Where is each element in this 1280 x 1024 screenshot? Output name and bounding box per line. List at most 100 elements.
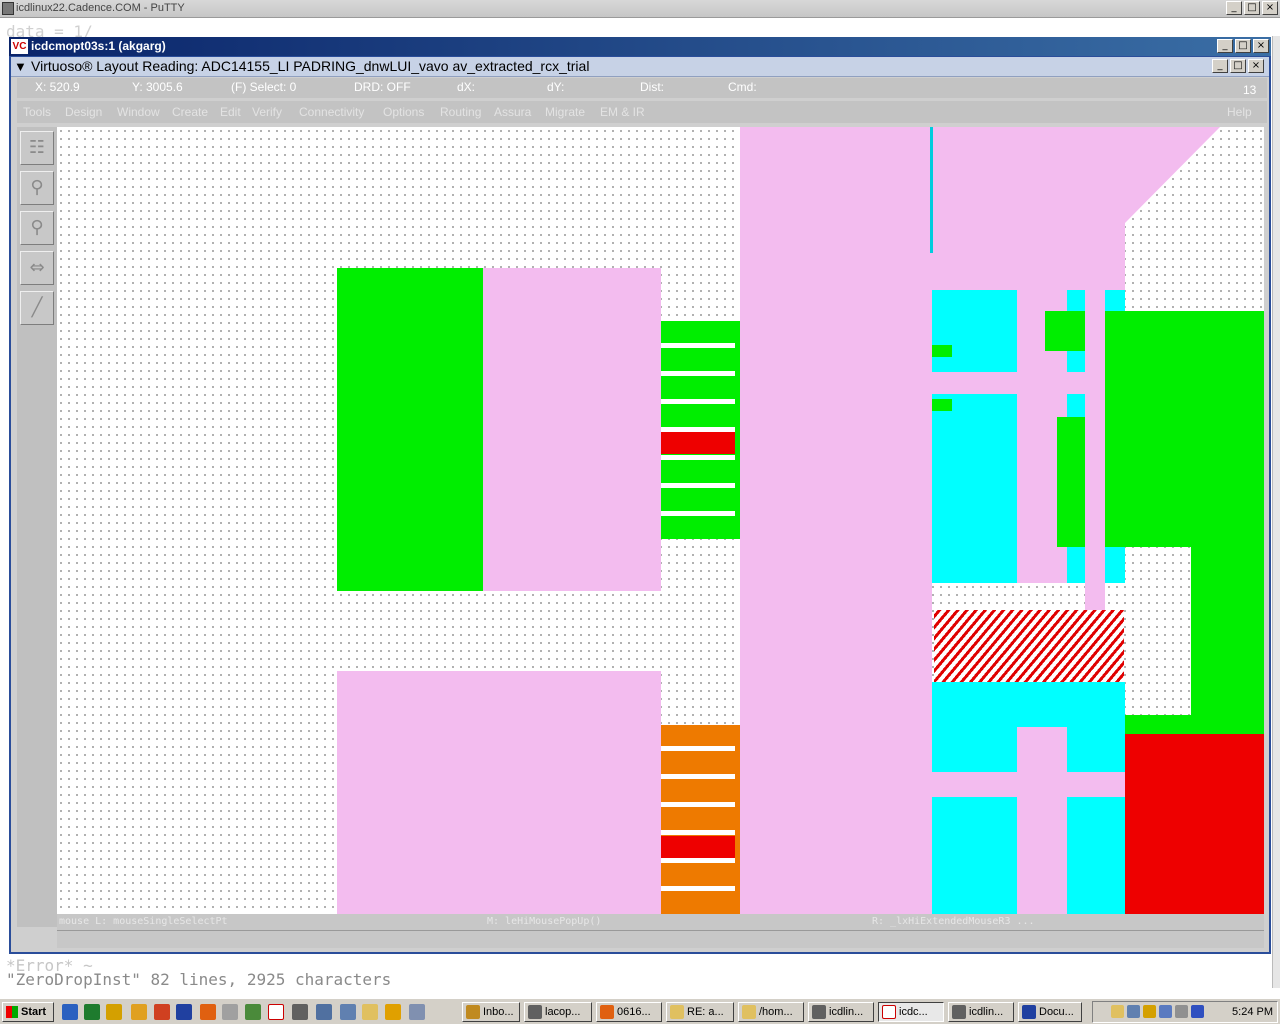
vnc-minimize-button[interactable]: _ — [1217, 39, 1233, 53]
maximize-button[interactable]: □ — [1244, 1, 1260, 15]
task-hom[interactable]: /hom... — [738, 1002, 804, 1022]
x-coordinate: X: 520.9 — [35, 80, 80, 94]
pink-crossbar — [932, 372, 1125, 394]
finger-gap — [661, 399, 735, 404]
menu-window[interactable]: Window — [117, 105, 160, 119]
task-lacop[interactable]: lacop... — [524, 1002, 592, 1022]
network-tray-icon[interactable] — [1127, 1005, 1140, 1018]
menu-migrate[interactable]: Migrate — [545, 105, 585, 119]
green-patch — [932, 345, 952, 357]
command-line[interactable] — [57, 930, 1264, 948]
folder-icon[interactable] — [362, 1004, 378, 1020]
start-button[interactable]: Start — [2, 1002, 54, 1022]
outlook-tray-icon[interactable] — [1143, 1005, 1156, 1018]
mouse-middle-binding: M: leHiMousePopUp() — [487, 916, 602, 927]
green-right-block — [1105, 311, 1264, 547]
pink-strip — [1017, 727, 1067, 914]
menu-assura[interactable]: Assura — [494, 105, 531, 119]
menu-design[interactable]: Design — [65, 105, 102, 119]
layer-icon[interactable]: ☷ — [20, 131, 54, 165]
explorer-icon[interactable] — [316, 1004, 332, 1020]
window-icon[interactable] — [340, 1004, 356, 1020]
menu-help[interactable]: Help — [1227, 105, 1252, 119]
terminal-status-line: "ZeroDropInst" 82 lines, 2925 characters — [6, 970, 392, 989]
display-tray-icon[interactable] — [1159, 1005, 1172, 1018]
task-icdlin-1[interactable]: icdlin... — [808, 1002, 874, 1022]
menu-em-ir[interactable]: EM & IR — [600, 105, 645, 119]
menu-bar: Tools Design Window Create Edit Verify C… — [17, 101, 1267, 123]
network-icon[interactable] — [245, 1004, 261, 1020]
menu-connectivity[interactable]: Connectivity — [299, 105, 364, 119]
ie-icon[interactable] — [62, 1004, 78, 1020]
system-tray: 5:24 PM — [1092, 1001, 1278, 1023]
notepad-icon[interactable] — [222, 1004, 238, 1020]
menu-verify[interactable]: Verify — [252, 105, 282, 119]
word-icon[interactable] — [176, 1004, 192, 1020]
close-button[interactable]: × — [1262, 1, 1278, 15]
select-count: (F) Select: 0 — [231, 80, 297, 94]
mail-tray-icon[interactable] — [1111, 1005, 1124, 1018]
media-icon[interactable] — [385, 1004, 401, 1020]
security-shield-icon[interactable] — [1191, 1005, 1204, 1018]
task-icdlin-2[interactable]: icdlin... — [948, 1002, 1014, 1022]
virtuoso-close-button[interactable]: × — [1248, 59, 1264, 73]
menu-edit[interactable]: Edit — [220, 105, 241, 119]
red-finger — [661, 836, 735, 858]
start-label: Start — [21, 1006, 47, 1018]
red-block — [1125, 734, 1264, 914]
menu-options[interactable]: Options — [383, 105, 424, 119]
menu-routing[interactable]: Routing — [440, 105, 481, 119]
metal-pink-block-lower — [337, 671, 661, 914]
window-number: 13 — [1243, 83, 1257, 97]
window-menu-chevron-icon[interactable]: ▼ — [14, 59, 27, 74]
pink-diagonal-corner — [1125, 127, 1220, 223]
task-re[interactable]: RE: a... — [666, 1002, 734, 1022]
task-label: icdlin... — [969, 1006, 1004, 1018]
powerpoint-icon[interactable] — [154, 1004, 170, 1020]
putty-scrollbar[interactable] — [1272, 36, 1280, 988]
finger-gap — [661, 886, 735, 891]
volume-tray-icon[interactable] — [1175, 1005, 1188, 1018]
zoom-out-icon[interactable]: ⚲ — [20, 211, 54, 245]
task-label: lacop... — [545, 1006, 581, 1018]
task-0616[interactable]: 0616... — [596, 1002, 662, 1022]
word-icon — [1022, 1005, 1036, 1019]
mouse-right-binding: R: _lxHiExtendedMouseR3 ... — [872, 916, 1035, 927]
menu-tools[interactable]: Tools — [23, 105, 51, 119]
finger-gap — [661, 746, 735, 751]
virtuoso-restore-button[interactable]: □ — [1230, 59, 1246, 73]
outlook-icon[interactable] — [106, 1004, 122, 1020]
pink-strip — [1085, 290, 1105, 610]
drd-status: DRD: OFF — [354, 80, 411, 94]
task-label: icdlin... — [829, 1006, 864, 1018]
calc-icon[interactable] — [409, 1004, 425, 1020]
finger-gap — [661, 802, 735, 807]
task-inbox[interactable]: Inbo... — [462, 1002, 520, 1022]
stretch-icon[interactable]: ⇔ — [20, 251, 54, 285]
ruler-icon[interactable]: ╱ — [20, 291, 54, 325]
dy-readout: dY: — [547, 80, 565, 94]
green-right-block — [1191, 547, 1264, 715]
mail-icon — [670, 1005, 684, 1019]
vnc-title-bar: VC icdcmopt03s:1 (akgarg) _ □ × — [9, 37, 1271, 56]
mail-icon — [742, 1005, 756, 1019]
task-label: Docu... — [1039, 1006, 1074, 1018]
firefox-icon[interactable] — [200, 1004, 216, 1020]
task-icdc[interactable]: icdc... — [878, 1002, 944, 1022]
windows-flag-icon — [6, 1006, 18, 1018]
excel-icon[interactable] — [84, 1004, 100, 1020]
pink-crossbar — [932, 772, 1125, 797]
task-docu[interactable]: Docu... — [1018, 1002, 1082, 1022]
cmd-readout: Cmd: — [728, 80, 757, 94]
terminal-icon[interactable] — [292, 1004, 308, 1020]
menu-create[interactable]: Create — [172, 105, 208, 119]
vnc-restore-button[interactable]: □ — [1235, 39, 1251, 53]
minimize-button[interactable]: _ — [1226, 1, 1242, 15]
vnc-icon[interactable] — [268, 1004, 284, 1020]
layout-canvas[interactable] — [57, 127, 1264, 914]
app-icon[interactable] — [131, 1004, 147, 1020]
zoom-in-icon[interactable]: ⚲ — [20, 171, 54, 205]
putty-icon — [812, 1005, 826, 1019]
virtuoso-minimize-button[interactable]: _ — [1212, 59, 1228, 73]
vnc-close-button[interactable]: × — [1253, 39, 1269, 53]
